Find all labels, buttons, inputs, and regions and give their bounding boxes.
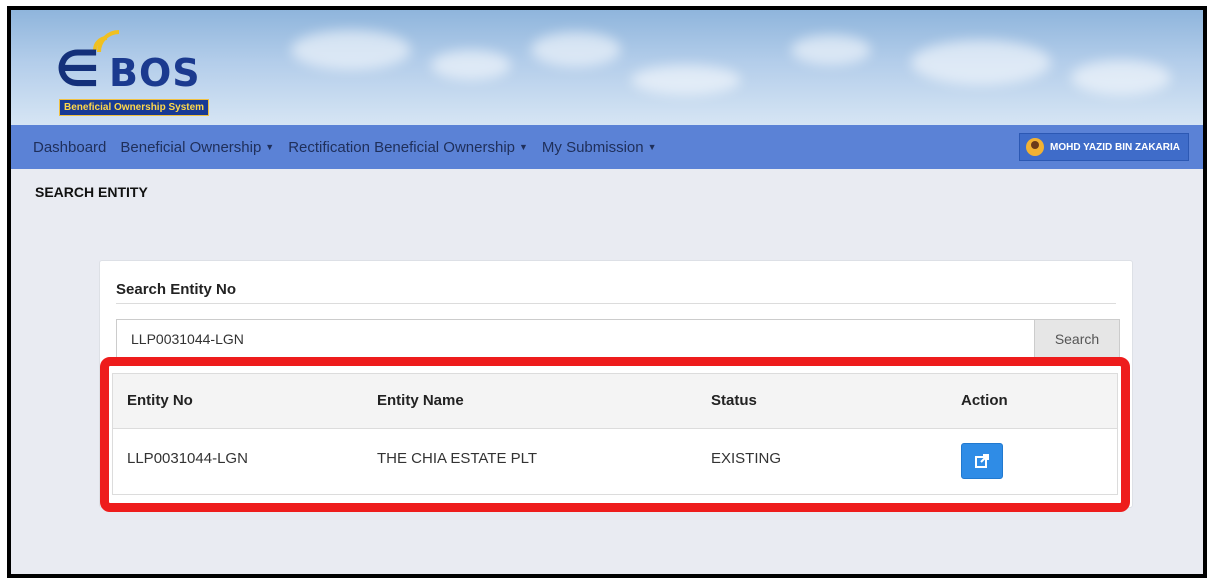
cell-entity-name: THE CHIA ESTATE PLT	[377, 449, 538, 467]
entity-no-input[interactable]	[116, 319, 1034, 359]
search-card-title: Search Entity No	[116, 281, 237, 298]
edit-entity-button[interactable]	[961, 443, 1003, 480]
divider	[116, 303, 1116, 304]
app-window: ∈ BOS Beneficial Ownership System Dashbo…	[7, 6, 1207, 578]
nav-beneficial-ownership[interactable]: Beneficial Ownership ▼	[120, 139, 274, 156]
nav-rectification-beneficial-ownership[interactable]: Rectification Beneficial Ownership ▼	[288, 139, 528, 156]
nav-my-submission[interactable]: My Submission ▼	[542, 139, 657, 156]
table-row: LLP0031044-LGN THE CHIA ESTATE PLT EXIST…	[113, 428, 1117, 488]
table-header-row: Entity No Entity Name Status Action	[113, 374, 1117, 428]
header-entity-name: Entity Name	[377, 392, 464, 410]
header-status: Status	[711, 392, 757, 410]
ebos-logo[interactable]: ∈ BOS Beneficial Ownership System	[55, 24, 235, 116]
cell-action	[947, 428, 1117, 488]
edit-external-icon	[975, 454, 989, 469]
page-title: SEARCH ENTITY	[35, 184, 148, 200]
logo-e-mark: ∈	[55, 40, 100, 98]
header-action: Action	[961, 392, 1008, 410]
caret-down-icon: ▼	[519, 141, 528, 152]
logo-subtitle: Beneficial Ownership System	[59, 99, 210, 116]
search-group: Search	[116, 319, 1120, 359]
results-table: Entity No Entity Name Status Action LLP0…	[112, 373, 1118, 495]
search-button[interactable]: Search	[1034, 319, 1120, 359]
caret-down-icon: ▼	[265, 141, 275, 152]
caret-down-icon: ▼	[647, 141, 657, 152]
user-name: MOHD YAZID BIN ZAKARIA	[1049, 141, 1180, 153]
cell-entity-no: LLP0031044-LGN	[127, 449, 248, 467]
header-entity-no: Entity No	[127, 392, 193, 410]
cell-status: EXISTING	[711, 449, 782, 467]
user-menu-button[interactable]: MOHD YAZID BIN ZAKARIA	[1018, 133, 1189, 161]
nav-dashboard[interactable]: Dashboard	[33, 139, 106, 156]
avatar	[1025, 138, 1044, 156]
logo-text: BOS	[109, 51, 201, 95]
header-banner: ∈ BOS Beneficial Ownership System	[11, 10, 1203, 125]
search-card: Search Entity No Search Entity No Entity…	[99, 260, 1133, 508]
main-navbar: Dashboard Beneficial Ownership ▼ Rectific…	[11, 125, 1203, 169]
